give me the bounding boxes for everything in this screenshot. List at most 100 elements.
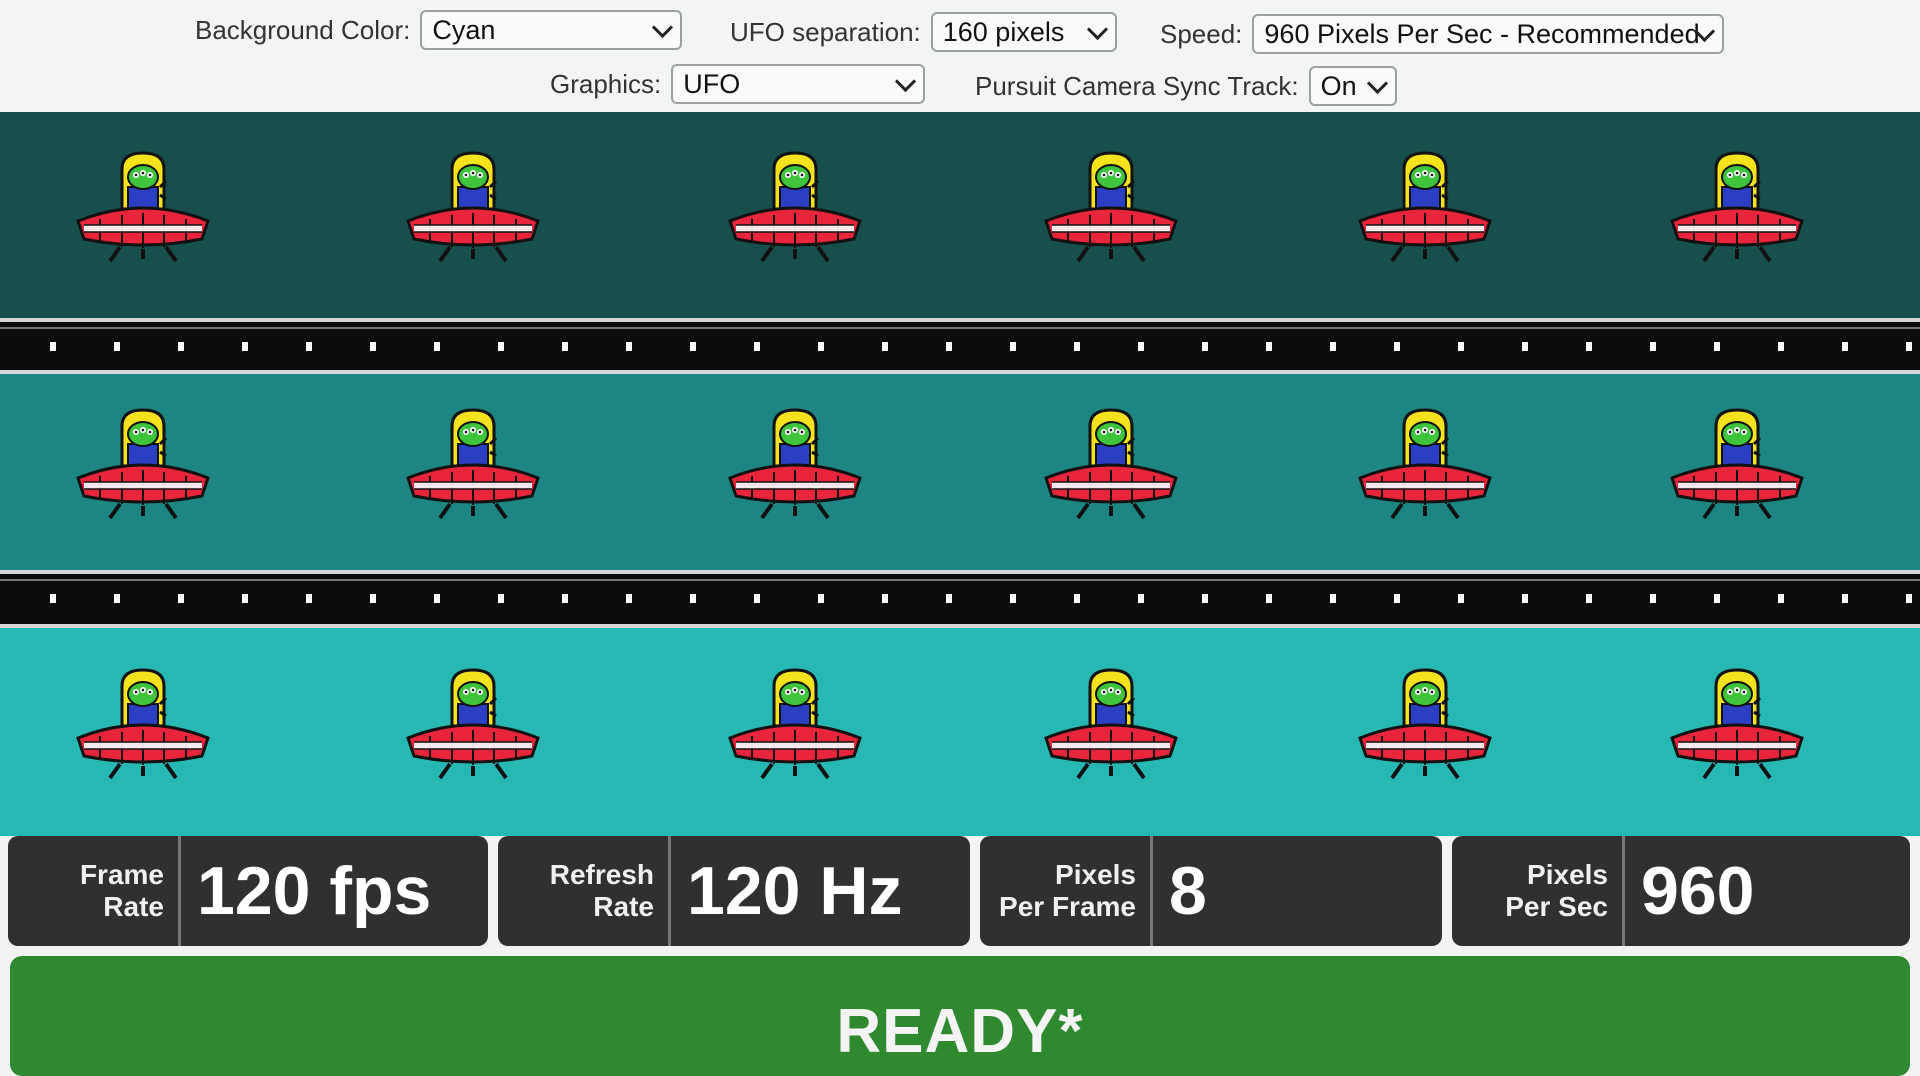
ufo-separation-select[interactable]: 160 pixels <box>930 12 1117 52</box>
track-marker <box>1650 594 1656 603</box>
track-marker <box>946 342 952 351</box>
track-marker <box>1458 342 1464 351</box>
sync-track-strip <box>0 570 1920 628</box>
graphics-label: Graphics: <box>550 68 662 99</box>
track-marker <box>1714 594 1720 603</box>
graphics-control: Graphics: UFO <box>550 64 926 104</box>
track-marker <box>498 342 504 351</box>
track-marker <box>690 594 696 603</box>
track-marker <box>434 342 440 351</box>
stat-frame-rate: Frame Rate 120 fps <box>8 836 488 946</box>
alien-ufo-icon <box>400 664 546 784</box>
pursuit-camera-control: Pursuit Camera Sync Track: On <box>975 66 1397 106</box>
status-text: READY* <box>836 997 1084 1066</box>
alien-ufo-icon <box>722 664 868 784</box>
pursuit-camera-select[interactable]: On <box>1308 66 1397 106</box>
track-marker <box>1714 342 1720 351</box>
track-marker <box>1522 342 1528 351</box>
speed-control: Speed: 960 Pixels Per Sec - Recommended <box>1160 14 1725 54</box>
track-marker <box>1458 594 1464 603</box>
alien-ufo-icon <box>70 147 216 267</box>
stat-value: 120 Hz <box>687 853 903 929</box>
track-marker <box>242 594 248 603</box>
track-marker <box>498 594 504 603</box>
track-marker <box>946 594 952 603</box>
graphics-select[interactable]: UFO <box>671 64 926 104</box>
track-marker <box>754 342 760 351</box>
track-marker <box>370 342 376 351</box>
track-marker <box>1650 342 1656 351</box>
background-color-label: Background Color: <box>195 14 411 45</box>
track-marker <box>1074 342 1080 351</box>
background-color-select[interactable]: Cyan <box>420 10 683 50</box>
track-marker <box>242 342 248 351</box>
stat-label: Pixels Per Sec <box>1452 836 1622 946</box>
alien-ufo-icon <box>722 404 868 524</box>
stat-label-line2: Per Frame <box>999 891 1136 922</box>
stat-refresh-rate: Refresh Rate 120 Hz <box>498 836 970 946</box>
track-marker <box>1522 594 1528 603</box>
track-marker <box>1138 594 1144 603</box>
stat-value: 120 fps <box>197 853 432 929</box>
track-marker <box>370 594 376 603</box>
track-marker <box>178 342 184 351</box>
stat-label: Frame Rate <box>8 836 178 946</box>
alien-ufo-icon <box>70 664 216 784</box>
track-marker <box>1906 342 1912 351</box>
chevron-down-icon <box>895 70 917 93</box>
track-marker <box>1778 342 1784 351</box>
track-marker <box>50 342 56 351</box>
stat-value: 8 <box>1169 853 1207 929</box>
track-marker <box>434 594 440 603</box>
stat-label-line2: Rate <box>103 891 164 922</box>
track-marker <box>1842 594 1848 603</box>
track-marker <box>50 594 56 603</box>
track-marker <box>562 342 568 351</box>
stat-label-line2: Per Sec <box>1505 891 1608 922</box>
track-marker <box>1266 594 1272 603</box>
track-marker <box>1394 342 1400 351</box>
track-marker <box>754 594 760 603</box>
track-marker <box>114 594 120 603</box>
track-marker <box>626 594 632 603</box>
stat-pixels-per-frame: Pixels Per Frame 8 <box>980 836 1442 946</box>
stat-label-line1: Pixels <box>1055 859 1136 890</box>
speed-select[interactable]: 960 Pixels Per Sec - Recommended <box>1252 14 1725 54</box>
track-marker <box>1394 594 1400 603</box>
ufo-separation-label: UFO separation: <box>730 16 921 47</box>
track-marker <box>1010 342 1016 351</box>
ready-status-banner: READY* <box>10 956 1910 1076</box>
background-color-value: Cyan <box>432 14 496 45</box>
chevron-down-icon <box>1086 18 1108 41</box>
track-marker <box>1138 342 1144 351</box>
stat-pixels-per-sec: Pixels Per Sec 960 <box>1452 836 1910 946</box>
chevron-down-icon <box>1366 72 1388 95</box>
stat-label-line1: Frame <box>79 859 164 890</box>
track-marker <box>1330 342 1336 351</box>
sync-track-strip <box>0 318 1920 374</box>
track-marker <box>1266 342 1272 351</box>
track-marker <box>1586 342 1592 351</box>
pursuit-camera-value: On <box>1320 70 1357 101</box>
alien-ufo-icon <box>1664 404 1810 524</box>
alien-ufo-icon <box>1038 147 1184 267</box>
ufo-lane <box>0 374 1920 570</box>
alien-ufo-icon <box>1664 147 1810 267</box>
alien-ufo-icon <box>1664 664 1810 784</box>
track-marker <box>1010 594 1016 603</box>
settings-bar: Background Color: Cyan UFO separation: 1… <box>0 0 1920 112</box>
stat-label-line1: Refresh <box>549 859 654 890</box>
ufo-lane <box>0 112 1920 318</box>
speed-value: 960 Pixels Per Sec - Recommended <box>1264 18 1700 49</box>
ufo-lane <box>0 628 1920 836</box>
alien-ufo-icon <box>1038 664 1184 784</box>
track-marker <box>306 342 312 351</box>
track-marker <box>1778 594 1784 603</box>
track-marker <box>882 594 888 603</box>
chevron-down-icon <box>652 16 674 39</box>
track-marker <box>690 342 696 351</box>
alien-ufo-icon <box>70 404 216 524</box>
alien-ufo-icon <box>1038 404 1184 524</box>
pursuit-camera-label: Pursuit Camera Sync Track: <box>975 70 1299 101</box>
track-marker <box>114 342 120 351</box>
